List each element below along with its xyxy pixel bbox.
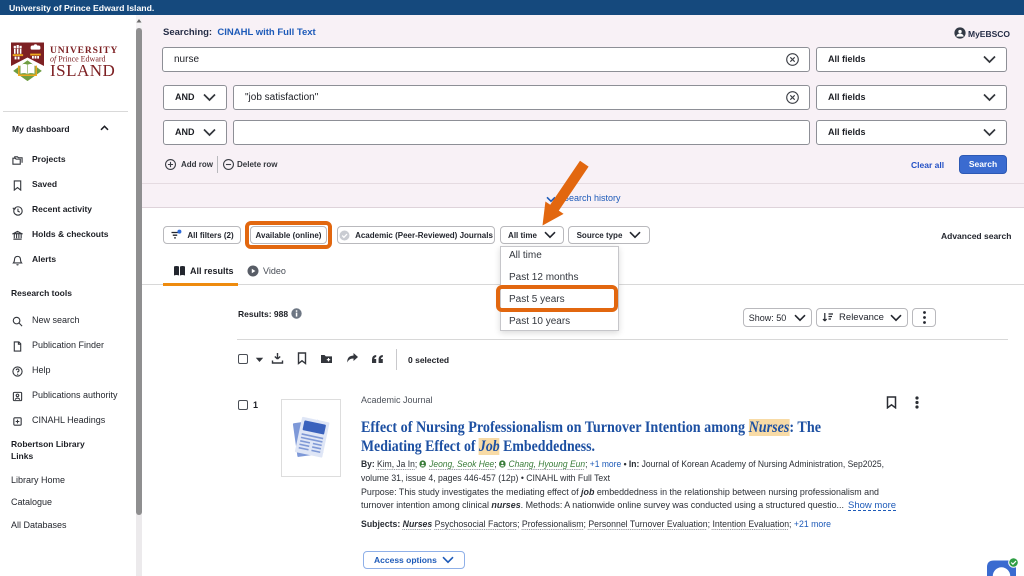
svg-text:ISLAND: ISLAND	[50, 61, 115, 80]
